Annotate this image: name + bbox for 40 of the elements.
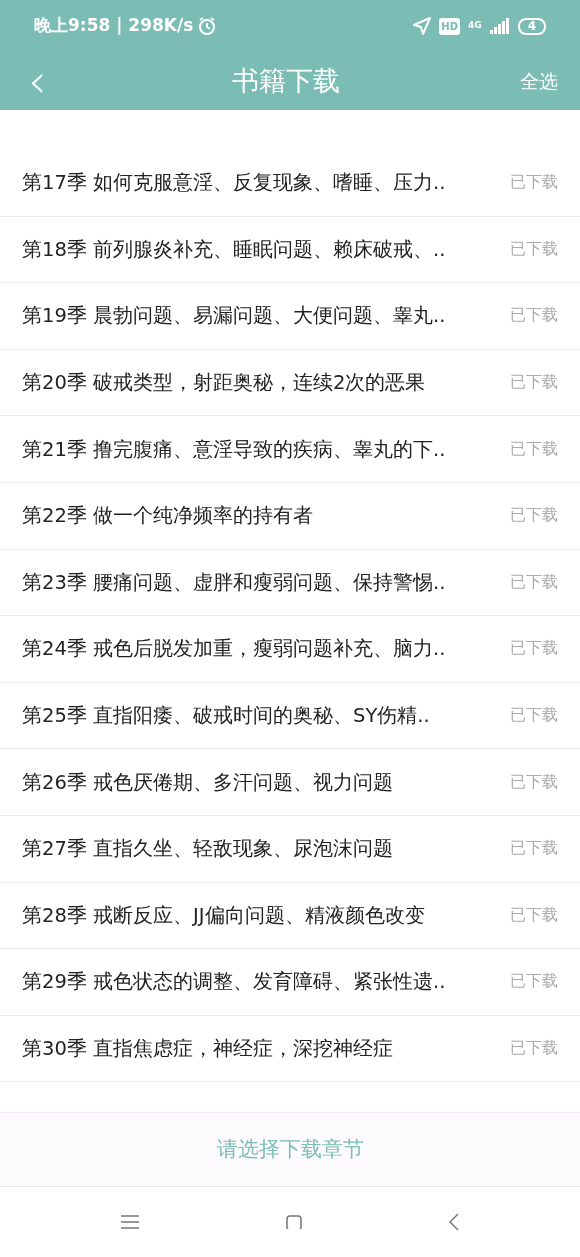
location-icon <box>413 17 432 35</box>
download-status: 已下载 <box>510 638 558 660</box>
back-icon[interactable] <box>448 1213 459 1231</box>
download-status: 已下载 <box>510 305 558 327</box>
chapter-title[interactable]: 第27季 直指久坐、轻敌现象、尿泡沫问题 <box>22 834 393 864</box>
chapter-title[interactable]: 第25季 直指阳痿、破戒时间的奥秘、SY伤精.. <box>22 700 430 731</box>
chapter-title[interactable]: 第29季 戒色状态的调整、发育障碍、紧张性遗.. <box>22 967 446 997</box>
status-time: 晚上9:58 | 298K/s <box>34 14 194 38</box>
hd-badge: HD <box>439 17 460 35</box>
battery-indicator: 4 <box>517 17 546 35</box>
download-status: 已下载 <box>510 904 558 926</box>
chapter-title[interactable]: 第26季 戒色厌倦期、多汗问题、视力问题 <box>22 767 393 797</box>
download-prompt: 请选择下载章节 <box>216 1135 364 1163</box>
home-icon[interactable] <box>286 1215 302 1229</box>
chapter-title[interactable]: 第20季 破戒类型，射距奥秘，连续2次的恶果 <box>22 367 426 398</box>
download-status: 已下载 <box>510 172 558 194</box>
signal-icon <box>489 18 510 34</box>
download-status: 已下载 <box>510 771 558 793</box>
download-status: 已下载 <box>510 438 558 460</box>
chapter-title[interactable]: 第22季 做一个纯净频率的持有者 <box>22 501 313 531</box>
download-status: 已下载 <box>510 971 558 993</box>
chapter-title[interactable]: 第24季 戒色后脱发加重，瘦弱问题补充、脑力.. <box>22 634 446 664</box>
download-status: 已下载 <box>510 571 558 593</box>
chapter-title[interactable]: 第30季 直指焦虑症，神经症，深挖神经症 <box>22 1033 393 1064</box>
chapter-title[interactable]: 第23季 腰痛问题、虚胖和瘦弱问题、保持警惕.. <box>22 567 446 597</box>
download-status: 已下载 <box>510 704 558 726</box>
chapter-title[interactable]: 第21季 撸完腹痛、意淫导致的疾病、睾丸的下.. <box>22 434 446 464</box>
page-title: 书籍下载 <box>231 63 342 98</box>
download-status: 已下载 <box>510 238 558 260</box>
chapter-title[interactable]: 第28季 戒断反应、JJ偏向问题、精液颜色改变 <box>22 900 425 930</box>
download-status: 已下载 <box>510 1037 558 1059</box>
chapter-title[interactable]: 第19季 晨勃问题、易漏问题、大便问题、睾丸.. <box>22 301 446 331</box>
menu-icon[interactable] <box>121 1215 140 1229</box>
chapter-title[interactable]: 第18季 前列腺炎补充、睡眠问题、赖床破戒、.. <box>22 234 446 264</box>
chapter-title[interactable]: 第17季 如何克服意淫、反复现象、嗜睡、压力.. <box>22 168 446 198</box>
download-status: 已下载 <box>510 505 558 527</box>
network-type: 4G <box>468 19 482 33</box>
download-status: 已下载 <box>510 838 558 860</box>
alarm-icon <box>197 16 218 36</box>
download-status: 已下载 <box>510 371 558 393</box>
